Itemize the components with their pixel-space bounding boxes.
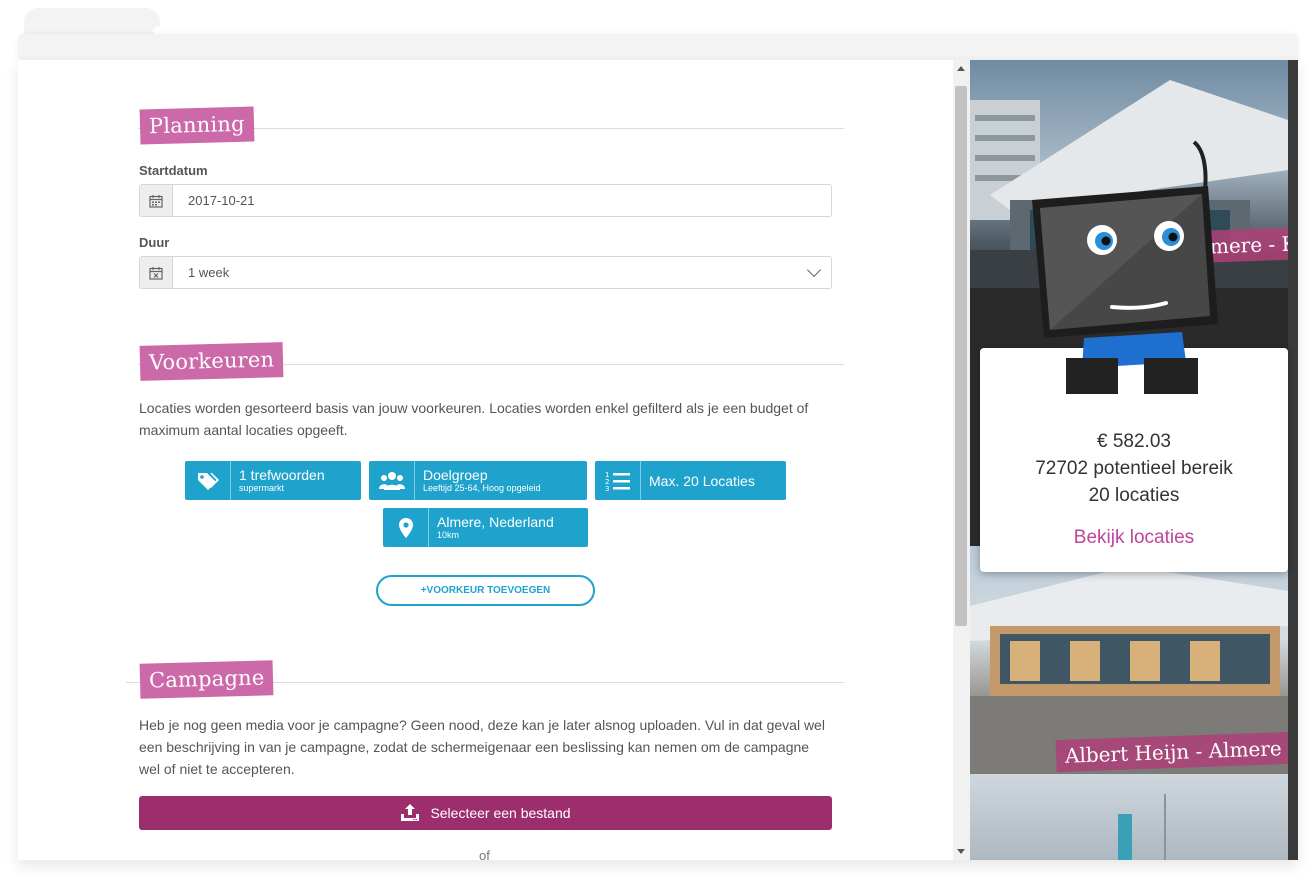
preferences-heading: Voorkeuren — [139, 342, 284, 381]
summary-locations: 20 locaties — [1088, 485, 1180, 506]
calendar-x-icon — [140, 257, 173, 288]
pref-location-subtitle: 10km — [437, 530, 460, 540]
campaign-section-header: Campagne — [126, 660, 844, 702]
preferences-description: Locaties worden gesorteerd basis van jou… — [139, 400, 809, 438]
panel-edge-strip — [1288, 60, 1298, 860]
browser-viewport: Planning Startdatum 2017-10-21 Duur 1 we… — [18, 60, 1298, 860]
summary-reach: 72702 potentieel bereik — [1035, 458, 1233, 479]
preferences-section-header: Voorkeuren — [138, 342, 844, 384]
pref-keywords-chip[interactable]: 1 trefwoorden supermarkt — [185, 461, 361, 500]
location-image-next[interactable] — [970, 774, 1288, 860]
pref-max-locations-title: Max. 20 Locaties — [649, 472, 755, 489]
robot-mascot-icon — [1032, 140, 1218, 394]
campaign-heading: Campagne — [139, 660, 274, 699]
tags-icon — [185, 461, 231, 500]
browser-bar — [18, 34, 1298, 60]
users-icon — [369, 461, 415, 500]
start-date-field[interactable]: 2017-10-21 — [139, 184, 832, 217]
map-marker-icon — [383, 508, 429, 547]
pref-location-chip[interactable]: Almere, Nederland 10km — [383, 508, 588, 547]
scrollbar-thumb[interactable] — [955, 86, 967, 626]
list-numbered-icon: 123 — [595, 461, 641, 500]
pref-keywords-subtitle: supermarkt — [239, 483, 285, 493]
pref-keywords-title: 1 trefwoorden — [239, 467, 325, 483]
page-scrollbar[interactable] — [953, 60, 970, 860]
campaign-form: Planning Startdatum 2017-10-21 Duur 1 we… — [18, 60, 953, 860]
planning-heading: Planning — [139, 106, 255, 145]
select-file-label: Selecteer een bestand — [430, 805, 571, 821]
campaign-description: Heb je nog geen media voor je campagne? … — [139, 717, 825, 777]
view-locations-link[interactable]: Bekijk locaties — [980, 527, 1288, 549]
chevron-down-icon — [806, 262, 822, 278]
start-date-label: Startdatum — [139, 163, 208, 178]
pref-audience-chip[interactable]: Doelgroep Leeftijd 25-64, Hoog opgeleid — [369, 461, 587, 500]
planning-section-header: Planning — [138, 106, 844, 148]
scroll-down-arrow-icon[interactable] — [957, 849, 965, 854]
duration-select[interactable]: 1 week — [139, 256, 832, 289]
or-separator: of — [479, 848, 490, 860]
duration-label: Duur — [139, 235, 170, 250]
location-preview-panel: Almere - Kwartier Albert Heijn - Almere — [970, 60, 1298, 860]
location-image-albert-heijn[interactable]: Albert Heijn - Almere — [970, 546, 1288, 774]
start-date-value: 2017-10-21 — [188, 193, 255, 208]
upload-icon — [400, 804, 420, 822]
pref-audience-subtitle: Leeftijd 25-64, Hoog opgeleid — [423, 483, 541, 493]
pref-audience-title: Doelgroep — [423, 467, 488, 483]
duration-value: 1 week — [188, 265, 230, 280]
select-file-button[interactable]: Selecteer een bestand — [139, 796, 832, 830]
add-preference-button[interactable]: +VOORKEUR TOEVOEGEN — [376, 575, 595, 606]
pref-max-locations-chip[interactable]: 123 Max. 20 Locaties — [595, 461, 786, 500]
summary-price: € 582.03 — [1097, 431, 1171, 452]
svg-text:3: 3 — [605, 485, 609, 492]
pref-location-title: Almere, Nederland — [437, 514, 554, 530]
calendar-icon — [140, 185, 173, 216]
scroll-up-arrow-icon[interactable] — [957, 66, 965, 71]
